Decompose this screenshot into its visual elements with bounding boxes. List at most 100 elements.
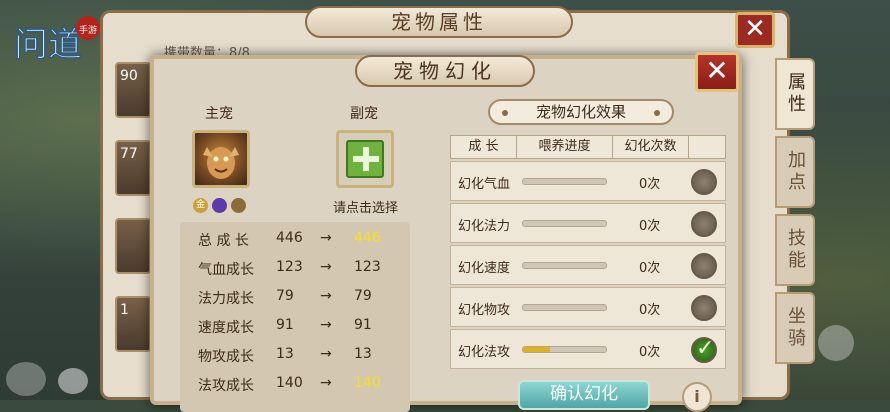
purple-gem-icon xyxy=(212,198,227,213)
slot-level: 1 xyxy=(120,302,129,318)
header-growth: 成 长 xyxy=(451,136,517,158)
row-name: 幻化法力 xyxy=(458,219,511,234)
tab-mount[interactable]: 坐骑 xyxy=(775,292,815,364)
chat-icon[interactable] xyxy=(58,368,88,394)
select-radio[interactable] xyxy=(691,211,717,237)
stat-row: 总 成 长 446 → 446 xyxy=(180,230,410,259)
attributes-close-button[interactable]: ✕ xyxy=(735,12,775,48)
menu-toggle-icon[interactable] xyxy=(818,325,854,361)
stat-current: 123 xyxy=(276,259,303,275)
sub-pet-slot[interactable] xyxy=(336,130,394,188)
pet-monster-icon xyxy=(203,147,239,179)
stat-name: 速度成长 xyxy=(198,320,254,336)
arrow-icon: → xyxy=(320,375,332,391)
stat-current: 446 xyxy=(276,230,303,246)
pet-slot[interactable] xyxy=(115,218,151,274)
stat-new: 79 xyxy=(354,288,372,304)
sub-pet-label: 副宠 xyxy=(350,106,378,122)
table-row[interactable]: 幻化法攻 0次 ✓ xyxy=(450,329,726,369)
stat-row: 物攻成长 13 → 13 xyxy=(180,346,410,375)
stat-new: 446 xyxy=(354,230,381,246)
side-tab-bar: 属性 加点 技能 坐骑 xyxy=(775,58,819,370)
checkmark-icon: ✓ xyxy=(696,336,715,361)
row-times: 0次 xyxy=(639,303,661,318)
tab-attributes[interactable]: 属性 xyxy=(775,58,815,130)
transform-effect-pane: 宠物幻化效果 成 长 喂养进度 幻化次数 幻化气血 0次 幻化法力 0次 幻化速… xyxy=(432,95,732,405)
stat-row: 法力成长 79 → 79 xyxy=(180,288,410,317)
select-hint: 请点击选择 xyxy=(333,201,399,216)
stat-new: 123 xyxy=(354,259,381,275)
stat-row: 气血成长 123 → 123 xyxy=(180,259,410,288)
stat-name: 法攻成长 xyxy=(198,378,254,394)
arrow-icon: → xyxy=(320,230,332,246)
table-row[interactable]: 幻化气血 0次 xyxy=(450,161,726,201)
effect-title: 宠物幻化效果 xyxy=(488,99,674,125)
crown-gem-icon xyxy=(231,198,246,213)
row-name: 幻化物攻 xyxy=(458,303,511,318)
tab-add-points[interactable]: 加点 xyxy=(775,136,815,208)
pet-select-pane: 主宠 副宠 金 请点击选择 总 成 长 446 → 446 气血成长 123 →… xyxy=(165,95,427,412)
arrow-icon: → xyxy=(320,259,332,275)
add-plus-icon xyxy=(346,140,384,178)
slot-level: 90 xyxy=(120,68,138,84)
dialog-title: 宠物幻化 xyxy=(355,55,535,87)
table-row[interactable]: 幻化物攻 0次 xyxy=(450,287,726,327)
pet-slot[interactable]: 90 xyxy=(115,62,151,118)
select-radio[interactable] xyxy=(691,253,717,279)
row-times: 0次 xyxy=(639,219,661,234)
dot-icon xyxy=(654,110,660,116)
emote-icon[interactable] xyxy=(6,362,46,396)
slot-level: 77 xyxy=(120,146,138,162)
pet-slot-list: 90 77 1 xyxy=(115,62,155,374)
arrow-icon: → xyxy=(320,317,332,333)
row-name: 幻化气血 xyxy=(458,177,511,192)
tab-skills[interactable]: 技能 xyxy=(775,214,815,286)
logo-text: 问道 xyxy=(14,25,82,65)
growth-stats-panel: 总 成 长 446 → 446 气血成长 123 → 123 法力成长 79 →… xyxy=(180,222,410,412)
table-row[interactable]: 幻化法力 0次 xyxy=(450,203,726,243)
effect-title-text: 宠物幻化效果 xyxy=(535,103,626,121)
stat-row: 速度成长 91 → 91 xyxy=(180,317,410,346)
header-select xyxy=(689,136,725,158)
gold-gem-icon: 金 xyxy=(193,198,208,213)
stat-new: 91 xyxy=(354,317,372,333)
select-radio[interactable] xyxy=(691,295,717,321)
stat-new: 140 xyxy=(354,375,381,391)
stat-name: 法力成长 xyxy=(198,291,254,307)
row-times: 0次 xyxy=(639,345,661,360)
stat-current: 91 xyxy=(276,317,294,333)
logo-badge: 手游 xyxy=(79,24,97,36)
table-header: 成 长 喂养进度 幻化次数 xyxy=(450,135,726,159)
stat-name: 总 成 长 xyxy=(198,233,249,249)
main-pet-portrait[interactable] xyxy=(192,130,250,188)
stat-current: 13 xyxy=(276,346,294,362)
game-logo: 问道 手游 xyxy=(6,6,101,116)
info-icon[interactable]: i xyxy=(682,382,712,412)
select-radio[interactable] xyxy=(691,169,717,195)
header-times: 幻化次数 xyxy=(613,136,689,158)
progress-bar xyxy=(522,346,607,353)
row-name: 幻化速度 xyxy=(458,261,511,276)
stat-new: 13 xyxy=(354,346,372,362)
progress-bar xyxy=(522,262,607,269)
confirm-transform-button[interactable]: 确认幻化 xyxy=(518,380,650,410)
pet-attributes-title: 宠物属性 xyxy=(305,6,573,38)
row-times: 0次 xyxy=(639,177,661,192)
stat-current: 140 xyxy=(276,375,303,391)
pet-slot[interactable]: 1 xyxy=(115,296,151,352)
arrow-icon: → xyxy=(320,288,332,304)
arrow-icon: → xyxy=(320,346,332,362)
select-radio[interactable]: ✓ xyxy=(691,336,717,363)
table-row[interactable]: 幻化速度 0次 xyxy=(450,245,726,285)
header-progress: 喂养进度 xyxy=(517,136,613,158)
dialog-close-button[interactable]: ✕ xyxy=(695,52,739,92)
effect-table: 成 长 喂养进度 幻化次数 幻化气血 0次 幻化法力 0次 幻化速度 0次 幻化… xyxy=(450,135,726,369)
row-times: 0次 xyxy=(639,261,661,276)
main-pet-label: 主宠 xyxy=(205,106,233,122)
pet-slot[interactable]: 77 xyxy=(115,140,151,196)
stat-name: 物攻成长 xyxy=(198,349,254,365)
stat-name: 气血成长 xyxy=(198,262,254,278)
stat-current: 79 xyxy=(276,288,294,304)
progress-bar xyxy=(522,220,607,227)
progress-fill xyxy=(523,347,551,352)
